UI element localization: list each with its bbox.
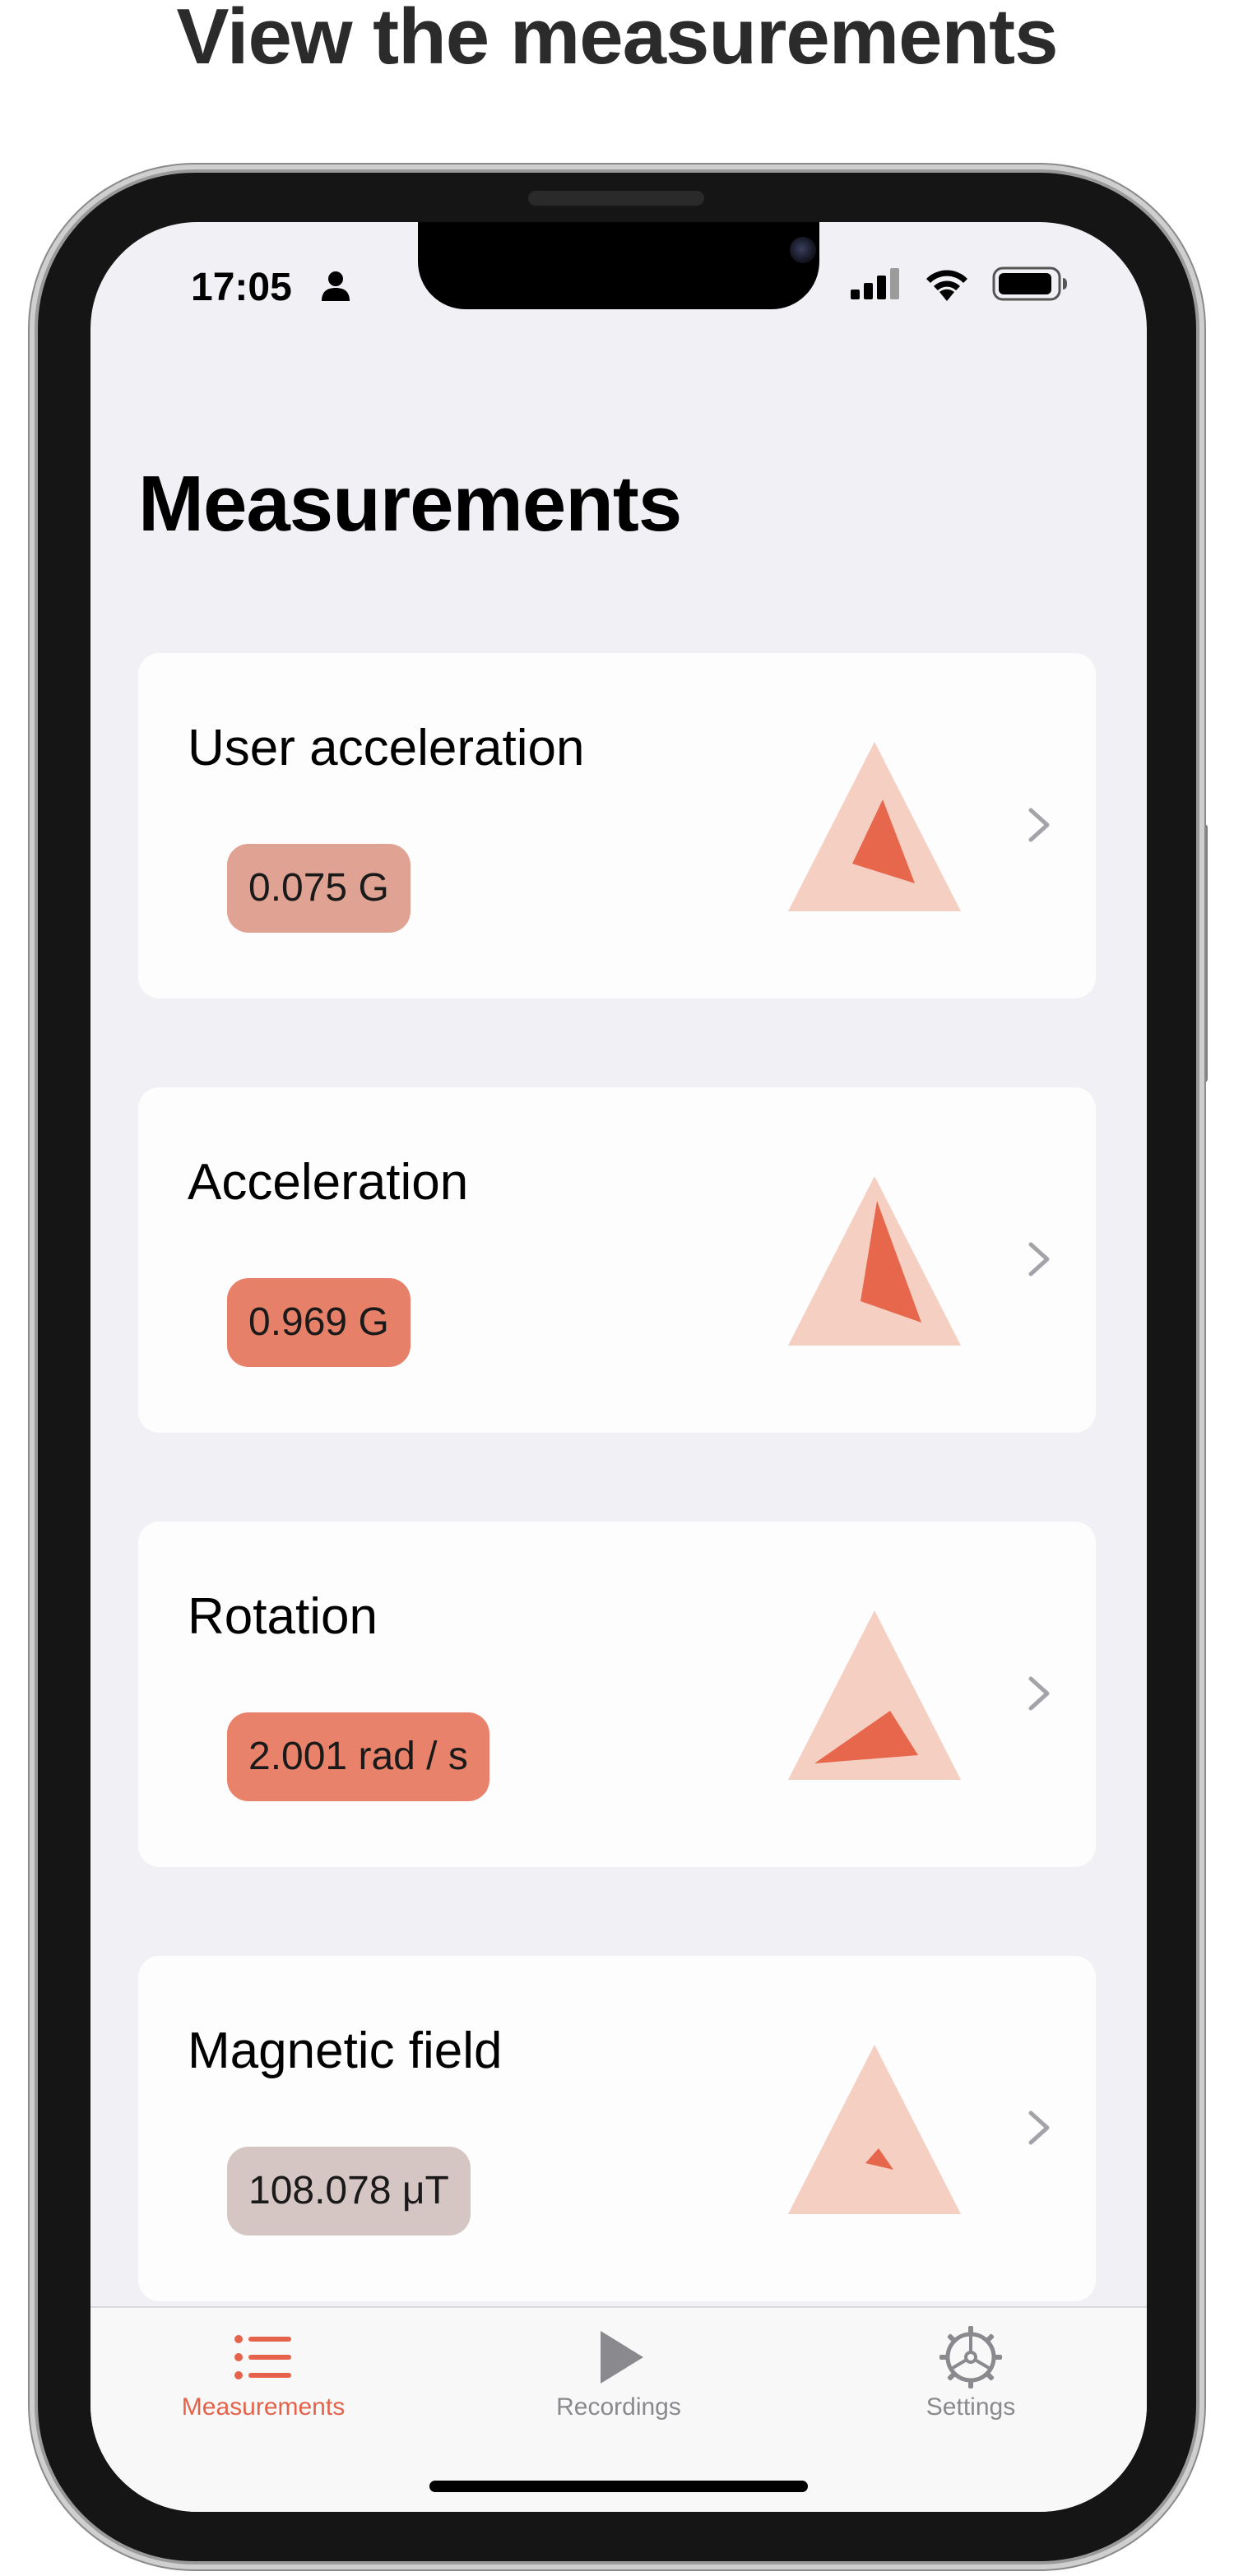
home-indicator[interactable] [429, 2481, 808, 2492]
tab-label: Settings [926, 2393, 1016, 2421]
tab-measurements[interactable]: Measurements [140, 2308, 387, 2431]
power-button [1195, 824, 1208, 1082]
chevron-right-icon [1028, 2110, 1050, 2145]
card-title: Rotation [188, 1588, 378, 1645]
chevron-right-icon [1028, 1676, 1050, 1711]
measurement-card-user-acceleration[interactable]: User acceleration 0.075 G [138, 653, 1096, 998]
direction-triangle-icon [788, 1610, 961, 1780]
card-title: Magnetic field [188, 2022, 503, 2079]
value-badge: 108.078 μT [227, 2147, 471, 2235]
list-icon [234, 2335, 291, 2379]
measurement-card-rotation[interactable]: Rotation 2.001 rad / s [138, 1522, 1096, 1867]
gear-icon [939, 2326, 1002, 2388]
promo-headline: View the measurements [176, 0, 1058, 81]
front-camera [790, 237, 816, 263]
tab-label: Measurements [181, 2393, 346, 2421]
direction-triangle-icon [788, 742, 961, 911]
wifi-icon [926, 270, 967, 301]
measurement-card-acceleration[interactable]: Acceleration 0.969 G [138, 1087, 1096, 1433]
status-time: 17:05 [191, 266, 292, 309]
card-title: Acceleration [188, 1154, 469, 1211]
earpiece-speaker [528, 191, 704, 206]
phone-screen: 17:05 Measurements User acceleration 0.0… [90, 222, 1147, 2512]
value-badge: 0.969 G [227, 1278, 411, 1367]
measurement-card-magnetic-field[interactable]: Magnetic field 108.078 μT [138, 1956, 1096, 2301]
person-icon [322, 271, 350, 301]
tab-label: Recordings [556, 2393, 681, 2421]
chevron-right-icon [1028, 808, 1050, 842]
chevron-right-icon [1028, 1242, 1050, 1276]
page-title: Measurements [138, 460, 682, 548]
direction-triangle-icon [788, 1176, 961, 1346]
play-icon [601, 2331, 643, 2384]
status-icons [851, 266, 1068, 301]
direction-triangle-icon [788, 2045, 961, 2214]
value-badge: 0.075 G [227, 844, 411, 933]
tab-bar: Measurements Recordings Settings [90, 2306, 1147, 2512]
cellular-signal-icon [851, 268, 899, 299]
notch [418, 222, 819, 309]
tab-settings[interactable]: Settings [847, 2308, 1094, 2431]
value-badge: 2.001 rad / s [227, 1712, 489, 1801]
battery-icon [992, 266, 1067, 301]
card-title: User acceleration [188, 720, 585, 776]
tab-recordings[interactable]: Recordings [495, 2308, 742, 2431]
